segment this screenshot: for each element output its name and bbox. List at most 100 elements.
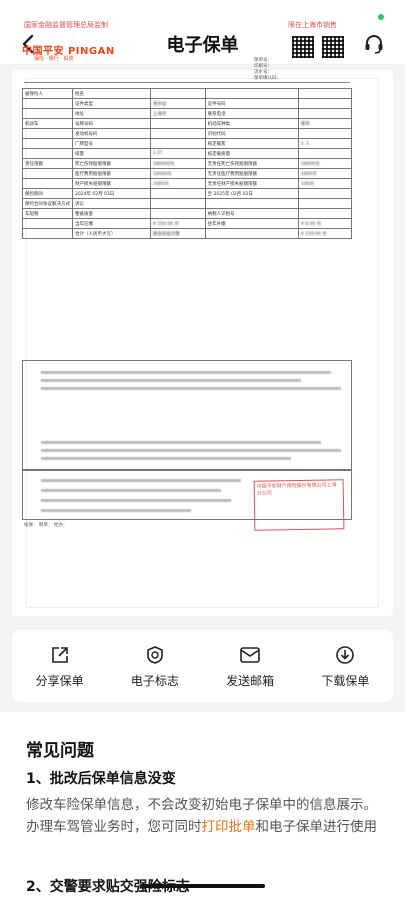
badge-icon	[144, 644, 166, 666]
table-row: 责任限额 死亡伤残赔偿限额 180000元 无责任死亡伤残赔偿限额 18000元	[22, 158, 353, 169]
document-meta: 保单号： 印刷号： 流水号： 保单确认码：	[254, 58, 281, 82]
table-cell: 机动车种类	[204, 118, 299, 129]
table-row: 保险合同争议解决方式 诉讼	[22, 198, 353, 209]
table-row: 机动车 号牌号码 机动车种类 客车	[22, 118, 353, 129]
headset-icon	[365, 35, 383, 54]
table-row-header	[22, 148, 73, 159]
table-cell: 1.5T	[149, 148, 206, 159]
print-endorsement-link[interactable]: 打印批单	[202, 819, 256, 835]
table-cell	[297, 208, 353, 219]
table-cell: 纳税人识别号	[204, 208, 299, 219]
action-bar: 分享保单 电子标志 发送邮箱 下载保单	[12, 630, 393, 702]
table-cell	[297, 128, 353, 139]
document-footer: 核保： 制单： 经办：	[24, 523, 68, 528]
table-cell: ¥ 150.00 元	[297, 228, 353, 239]
table-cell: 姓名	[72, 88, 151, 99]
table-cell: 发动机号码	[72, 128, 151, 139]
table-row-header	[22, 228, 73, 239]
table-cell: 往年补缴	[204, 218, 299, 229]
action-label: 下载保单	[321, 673, 370, 688]
table-cell: 客车	[297, 118, 353, 129]
mail-icon	[239, 644, 261, 666]
table-row: 厂牌型号 核定载客 5 人	[22, 138, 353, 149]
table-cell: 2024年 02月 03日	[72, 188, 151, 199]
faq-question[interactable]: 1、批改后保单信息没变	[26, 768, 176, 788]
table-cell: ¥ 0.00 元	[297, 218, 353, 229]
qr-code-icon	[292, 36, 314, 58]
table-cell: 厂牌型号	[72, 138, 151, 149]
table-cell: 证件号码	[204, 98, 299, 109]
table-row: 证件类型 身份证 证件号码	[22, 98, 353, 109]
table-row-header	[22, 108, 73, 119]
send-email-button[interactable]: 发送邮箱	[203, 630, 298, 702]
share-policy-button[interactable]: 分享保单	[12, 630, 107, 702]
table-cell: 死亡伤残赔偿限额	[72, 158, 151, 169]
table-cell: 当年应缴	[72, 218, 151, 229]
customer-service-button[interactable]	[361, 31, 387, 57]
faq-answer: 修改车险保单信息，不会改变初始电子保单中的信息展示。办理车驾管业务时，您可同时打…	[26, 794, 382, 838]
table-row-header: 车船税	[22, 208, 73, 219]
table-cell: 地址	[72, 108, 151, 119]
table-row: 医疗费用赔偿限额 18000元 无责任医疗费用赔偿限额 1800元	[22, 168, 353, 179]
table-cell	[204, 198, 299, 209]
company-seal: 中国平安财产保险股份有限公司上海分公司	[253, 479, 345, 531]
table-row: 发动机号码 识别代码	[22, 128, 353, 139]
table-row-header	[22, 178, 73, 189]
table-cell: 财产损失赔偿限额	[72, 178, 151, 189]
faq-heading: 常见问题	[26, 741, 94, 761]
electronic-badge-button[interactable]: 电子标志	[107, 630, 202, 702]
table-cell: 至 2025年 02月 02日	[204, 188, 299, 199]
table-cell	[204, 88, 299, 99]
table-cell: 壹佰伍拾元整	[149, 228, 206, 239]
table-cell: 180000元	[149, 158, 206, 169]
table-cell: 整备质量	[72, 208, 151, 219]
table-cell	[297, 88, 353, 99]
document-head-right: 限在上海市销售	[288, 21, 337, 29]
table-cell: 号牌号码	[72, 118, 151, 129]
status-indicator-dot	[378, 14, 384, 20]
table-cell	[149, 138, 206, 149]
table-cell: 无责任医疗费用赔偿限额	[204, 168, 299, 179]
table-cell	[297, 188, 353, 199]
table-cell	[297, 108, 353, 119]
divider	[24, 82, 350, 83]
table-row-header	[22, 98, 73, 109]
brand-subtitle: 保险 · 银行 · 投资	[34, 56, 74, 62]
action-label: 分享保单	[35, 673, 84, 688]
table-row-header	[22, 218, 73, 229]
table-row: 地址 上海市 联系电话	[22, 108, 353, 119]
table-row-header: 保险合同争议解决方式	[22, 198, 73, 209]
table-cell	[149, 88, 206, 99]
table-cell: 无责任死亡伤残赔偿限额	[204, 158, 299, 169]
share-icon	[49, 644, 71, 666]
faq-answer-text: 和电子保单进行使用	[255, 819, 378, 835]
table-cell: 2000元	[149, 178, 206, 189]
table-row: 合计（人民币大写） 壹佰伍拾元整 ¥ 150.00 元	[22, 228, 353, 239]
table-row-header: 保险期间	[22, 188, 73, 199]
table-row: 排量 1.5T 核定载质量	[22, 148, 353, 159]
table-cell: 1800元	[297, 168, 353, 179]
download-policy-button[interactable]: 下载保单	[298, 630, 393, 702]
table-cell: 核定载客	[204, 138, 299, 149]
table-row-header	[22, 128, 73, 139]
table-cell: 证件类型	[72, 98, 151, 109]
table-cell: 身份证	[149, 98, 206, 109]
table-cell	[204, 228, 299, 239]
table-cell: 上海市	[149, 108, 206, 119]
table-cell: 诉讼	[72, 198, 151, 209]
action-label: 发送邮箱	[226, 673, 275, 688]
page-title: 电子保单	[166, 35, 239, 56]
faq-section: 常见问题 1、批改后保单信息没变 修改车险保单信息，不会改变初始电子保单中的信息…	[0, 712, 405, 900]
table-row-header	[22, 138, 73, 149]
table-row-header: 责任限额	[22, 158, 73, 169]
table-row-header: 机动车	[22, 118, 73, 129]
table-cell	[149, 118, 206, 129]
download-icon	[334, 644, 356, 666]
table-row: 被保险人 姓名	[22, 88, 353, 99]
table-cell: 5 人	[297, 138, 353, 149]
table-cell	[297, 148, 353, 159]
table-cell: 100元	[297, 178, 353, 189]
table-cell	[149, 208, 206, 219]
table-cell: 18000元	[297, 158, 353, 169]
table-row: 车船税 整备质量 纳税人识别号	[22, 208, 353, 219]
